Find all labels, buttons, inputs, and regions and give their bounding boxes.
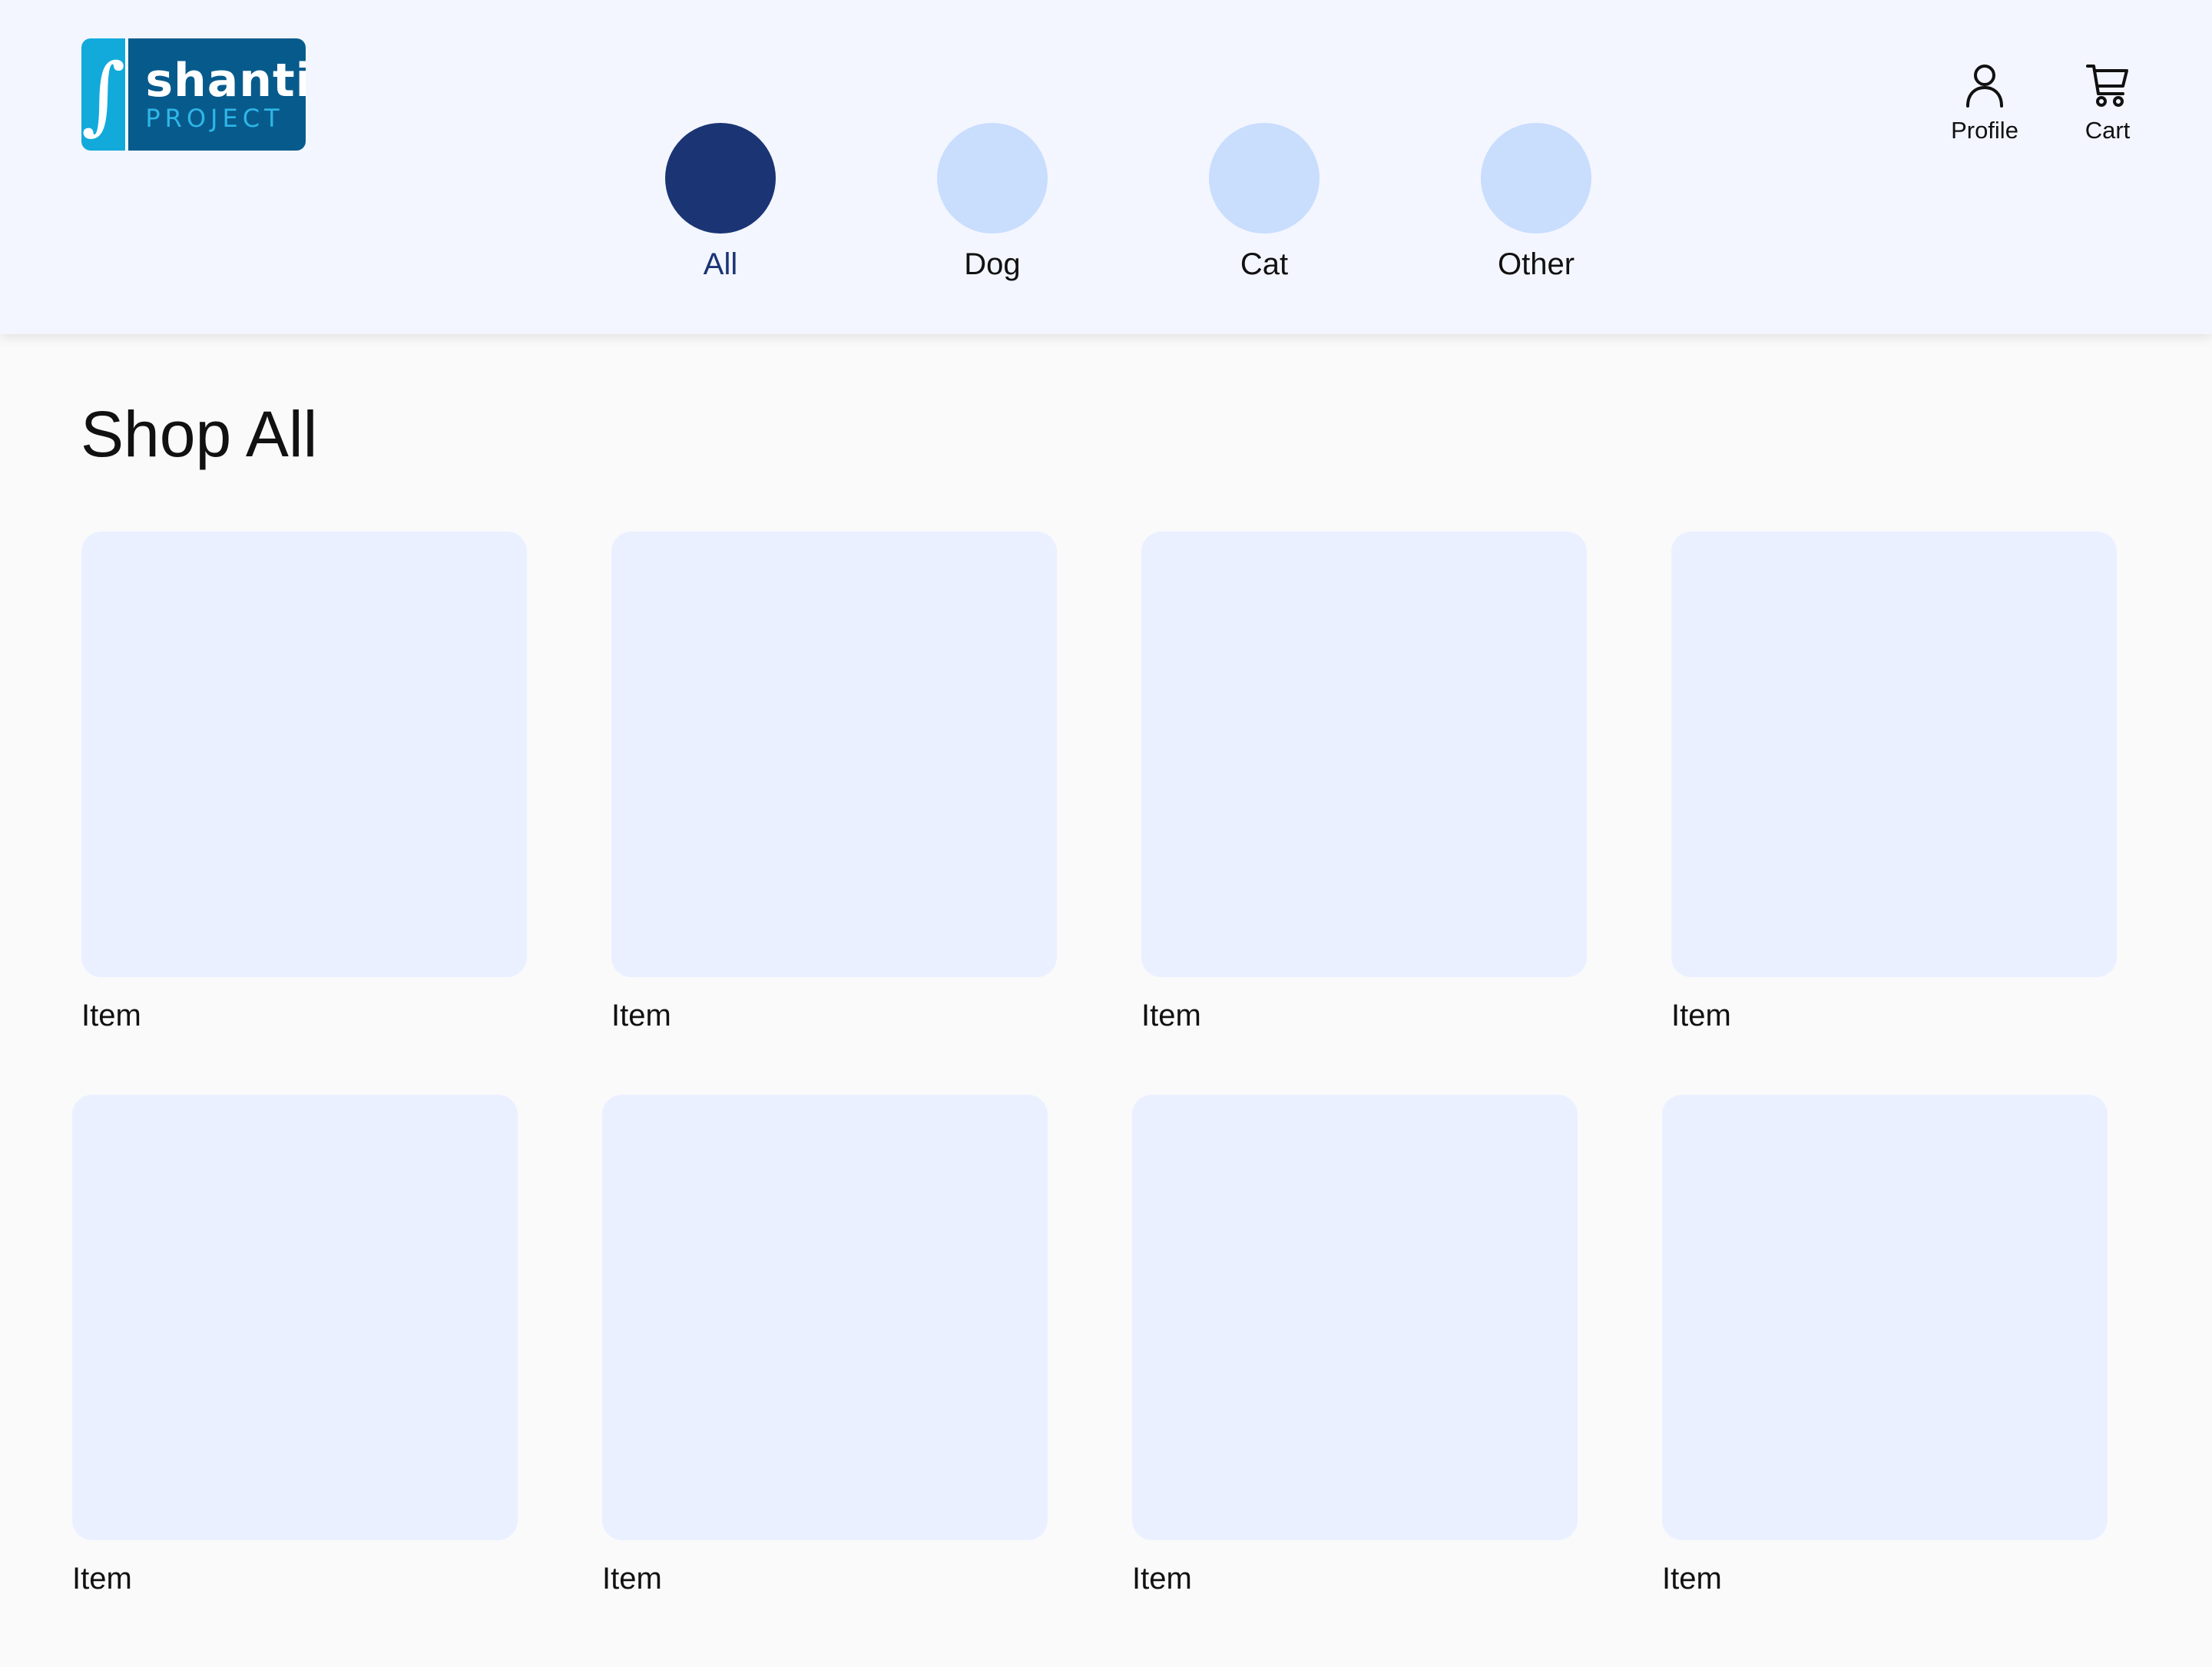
category-circle [937,123,1048,234]
product-image[interactable] [602,1095,1048,1540]
category-circle [1481,123,1591,234]
logo-sub: PROJECT [145,104,284,133]
logo-word: shanti [145,54,306,108]
cart-label: Cart [2085,117,2131,144]
product-image[interactable] [1141,532,1587,977]
product-label[interactable]: Item [611,997,671,1034]
product-image[interactable] [81,532,527,977]
profile-button[interactable]: Profile [1923,61,2046,144]
category-label: Dog [964,247,1021,281]
category-label: Other [1497,247,1575,281]
category-label: Cat [1240,247,1289,281]
profile-label: Profile [1951,117,2018,144]
product-label[interactable]: Item [1132,1560,1192,1597]
logo-mark-icon: ∫ [81,38,129,151]
site-header: ∫ shanti PROJECT All Dog Cat Other Profi… [0,0,2212,334]
product-image[interactable] [72,1095,518,1540]
product-label[interactable]: Item [602,1560,662,1597]
shanti-project-logo[interactable]: ∫ shanti PROJECT [81,38,306,151]
product-label[interactable]: Item [72,1560,132,1597]
product-image[interactable] [1662,1095,2108,1540]
person-icon [1966,65,2003,108]
product-label[interactable]: Item [1141,997,1201,1034]
page-title: Shop All [81,398,318,470]
shop-page: ∫ shanti PROJECT All Dog Cat Other Profi… [0,0,2212,1667]
cart-icon [2086,65,2128,107]
product-label[interactable]: Item [81,997,141,1034]
product-image[interactable] [1132,1095,1578,1540]
category-circle [1209,123,1320,234]
category-other[interactable]: Other [1481,123,1591,281]
category-circle [665,123,776,234]
category-label: All [703,247,738,281]
product-label[interactable]: Item [1662,1560,1722,1597]
category-all[interactable]: All [665,123,776,281]
logo-wordmark: shanti PROJECT [128,38,306,151]
cart-button[interactable]: Cart [2046,61,2169,144]
product-image[interactable] [1671,532,2117,977]
category-dog[interactable]: Dog [937,123,1048,281]
product-label[interactable]: Item [1671,997,1731,1034]
product-image[interactable] [611,532,1057,977]
category-cat[interactable]: Cat [1209,123,1320,281]
